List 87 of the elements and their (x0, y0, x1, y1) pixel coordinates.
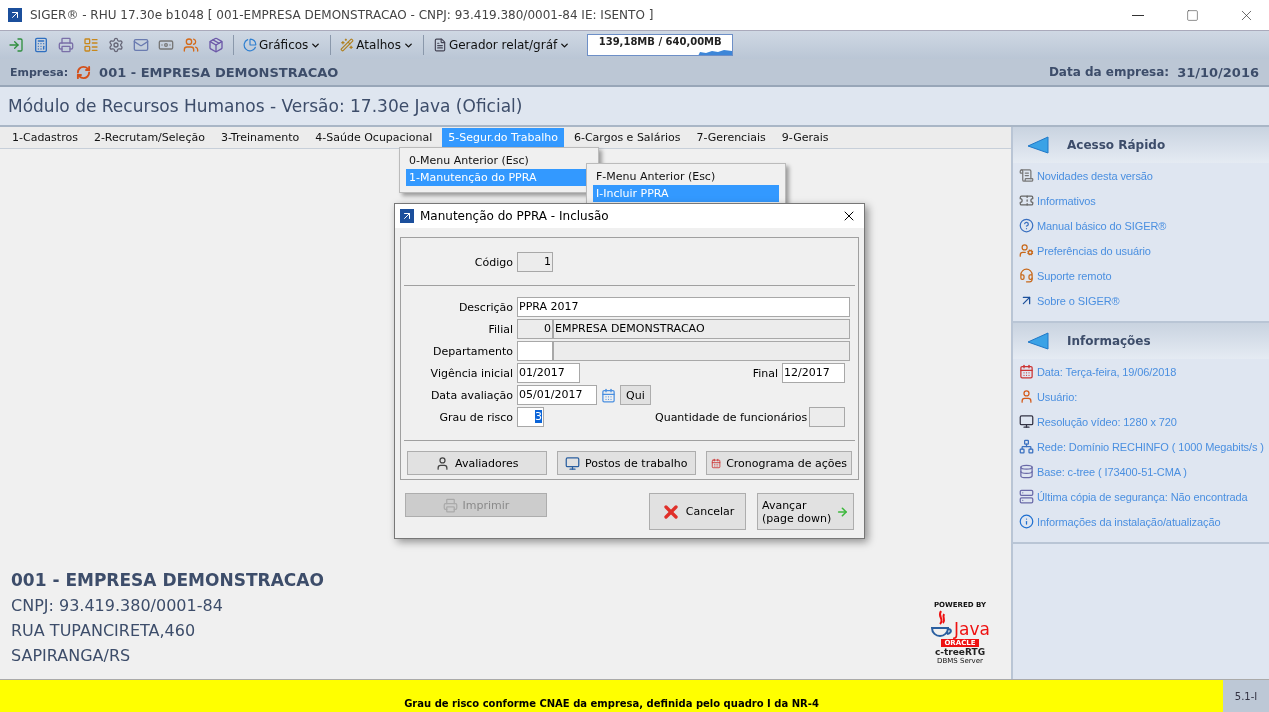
document-icon (432, 38, 447, 52)
company-date-label: Data da empresa: (1048, 65, 1170, 79)
field-label: Descrição (457, 300, 513, 314)
next-button[interactable]: Avançar (page down) (757, 493, 854, 530)
memory-usage-text: 139,18MB / 640,00MB (598, 36, 722, 48)
toolbar-menu[interactable]: Atalhos (338, 34, 416, 56)
field-label: Quantidade de funcionários (655, 410, 805, 424)
coffee-cup-icon (930, 609, 953, 639)
user-settings-icon (1019, 243, 1034, 258)
memory-graph-icon (698, 48, 733, 55)
field-label: Departamento (431, 344, 513, 358)
field-label: Código (473, 255, 513, 269)
scroll-icon (1019, 168, 1034, 183)
ticket-icon (1019, 193, 1034, 208)
input-field[interactable]: 3 (517, 407, 544, 427)
input-field[interactable]: 05/01/2017 (517, 385, 597, 405)
menu-item[interactable]: 1-Cadastros (6, 128, 84, 147)
input-field[interactable] (517, 341, 553, 361)
section-title: Acesso Rápido (1067, 138, 1166, 152)
monitor-icon (565, 455, 581, 471)
user-icon (435, 455, 450, 471)
toolbar-menu[interactable]: Gerador relat/gráf (430, 34, 573, 56)
input-field[interactable]: PPRA 2017 (517, 297, 850, 317)
input-field[interactable]: 01/2017 (517, 363, 580, 383)
users-button[interactable] (181, 35, 201, 55)
module-title: Módulo de Recursos Humanos - Versão: 17.30e Java (Oficial) (8, 96, 523, 116)
window-title: SIGER® - RHU 17.30e b1048 [ 001-EMPRESA DEMONSTRACAO - CNPJ: 93.419.380/0001-84 IE: ISENTO ] (30, 8, 655, 22)
network-icon (1019, 439, 1034, 454)
collapse-arrow-icon[interactable] (1027, 332, 1049, 350)
section-title: Informações (1067, 334, 1151, 348)
company-info-line: CNPJ: 93.419.380/0001-84 (11, 596, 224, 615)
dialog-title: Manutenção do PPRA - Inclusão (420, 209, 610, 223)
field-label: Filial (487, 322, 513, 336)
menu-item[interactable]: 6-Cargos e Salários (567, 128, 687, 147)
list-button[interactable] (81, 35, 101, 55)
info-icon (1019, 514, 1034, 529)
menu-item[interactable]: 7-Gerenciais (690, 128, 772, 147)
package-button[interactable] (206, 35, 226, 55)
menu-item[interactable]: 9-Gerais (775, 128, 835, 147)
database-icon (1019, 464, 1034, 479)
headset-icon (1019, 268, 1034, 283)
company-info-line: RUA TUPANCIRETA,460 (11, 621, 197, 640)
name-field: EMPRESA DEMONSTRACAO (553, 319, 850, 339)
refresh-icon[interactable] (76, 64, 92, 80)
menu-item[interactable]: 3-Treinamento (214, 128, 306, 147)
field-label: Data avaliação (429, 388, 513, 402)
app-logo-icon (8, 8, 22, 22)
company-info-line: SAPIRANGA/RS (11, 646, 132, 665)
server-icon (1019, 489, 1034, 504)
menu-entry[interactable]: F-Menu Anterior (Esc) (593, 168, 779, 185)
magic-wand-icon (340, 38, 355, 52)
dialog-logo-icon (400, 209, 414, 223)
printer-button[interactable] (56, 35, 76, 55)
menu-entry[interactable]: 0-Menu Anterior (Esc) (406, 152, 592, 169)
company-name: 001 - EMPRESA DEMONSTRACAO (99, 64, 339, 80)
cancel-button[interactable]: Cancelar (649, 493, 746, 530)
toolbar-menu[interactable]: Gráficos (241, 34, 324, 56)
pie-chart-icon (243, 38, 257, 52)
calendar-icon[interactable] (601, 387, 616, 403)
collapse-arrow-icon[interactable] (1027, 136, 1049, 154)
status-code: 5.1-I (1223, 680, 1269, 712)
company-date: 31/10/2016 (1177, 64, 1259, 80)
menu-item[interactable]: 4-Saúde Ocupacional (309, 128, 439, 147)
gear-button[interactable] (106, 35, 126, 55)
maximize-icon (1185, 8, 1199, 22)
user-icon (1019, 389, 1034, 404)
calendar-icon (1019, 364, 1034, 379)
field-label: Grau de risco (438, 410, 513, 424)
company-info-name: 001 - EMPRESA DEMONSTRACAO (11, 570, 324, 590)
java-text: Java (954, 619, 990, 639)
login-button[interactable] (6, 35, 26, 55)
monitor-icon (1019, 414, 1034, 429)
ctree-text: c-treeRTG (934, 647, 986, 657)
input-field[interactable]: 12/2017 (782, 363, 845, 383)
help-icon (1019, 218, 1034, 233)
company-label: Empresa: (10, 65, 69, 79)
weekday-button[interactable]: Qui (620, 385, 651, 405)
section-button[interactable]: Avaliadores (407, 451, 547, 475)
field-label: Vigência inicial (429, 366, 513, 380)
status-message: Grau de risco conforme CNAE da empresa, definida pelo quadro I da NR-4 (403, 697, 820, 711)
selected-text: 3 (535, 410, 542, 423)
menu-item[interactable]: 2-Recrutam/Seleção (87, 128, 211, 147)
printer-icon (442, 497, 458, 513)
section-button[interactable]: Postos de trabalho (556, 451, 696, 475)
section-button[interactable]: Cronograma de ações (706, 451, 852, 475)
field-label: Final (751, 366, 778, 380)
minimize-icon (1132, 14, 1144, 16)
